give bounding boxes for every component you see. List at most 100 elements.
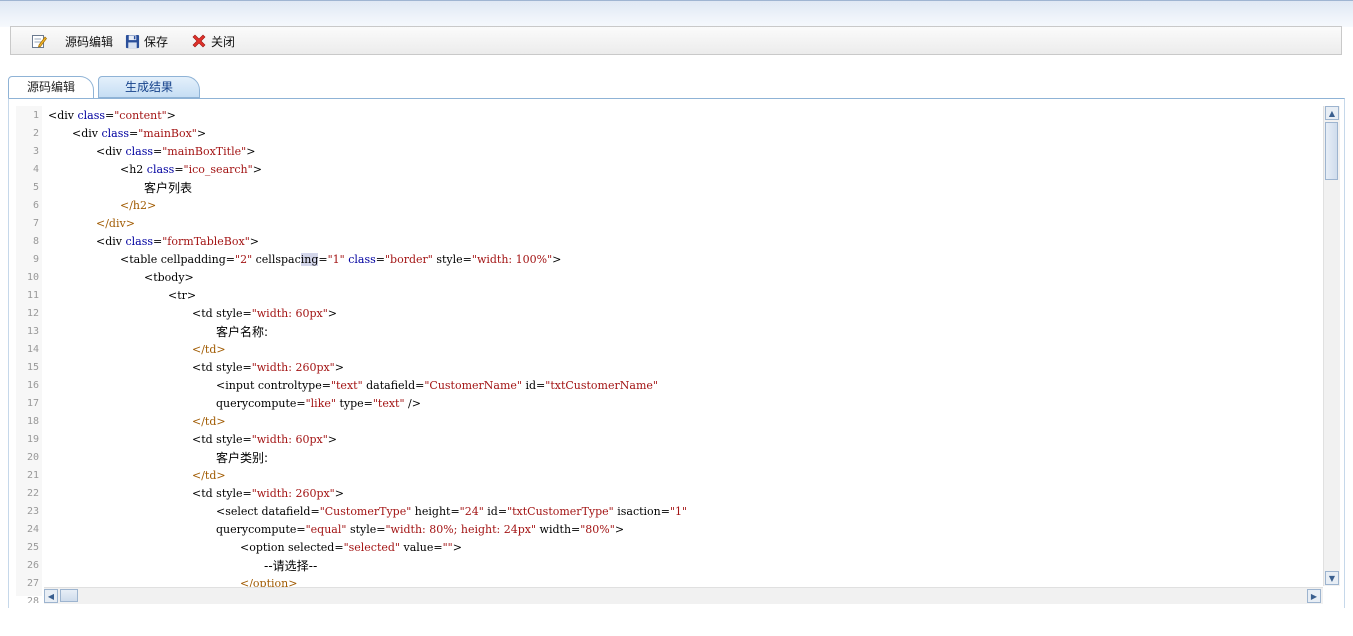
code-token: --请选择-- (264, 559, 318, 573)
code-token: value= (400, 541, 443, 554)
line-number: 2 (32, 128, 39, 139)
code-text: <tr> (168, 287, 196, 305)
code-token: <td style= (192, 487, 252, 500)
code-text: 客户类别: (216, 449, 268, 468)
scroll-up-icon[interactable]: ▲ (1325, 106, 1339, 120)
line-number: 28 (26, 596, 39, 603)
scroll-down-icon[interactable]: ▼ (1325, 571, 1339, 585)
line-number: 1 (32, 110, 39, 121)
code-text: 客户名称: (216, 323, 268, 342)
code-text: 客户列表 (144, 179, 192, 198)
code-token: "width: 260px" (251, 361, 335, 374)
code-token: class (77, 109, 106, 122)
code-text: <div class="formTableBox"> (96, 233, 259, 251)
code-token: 客户列表 (144, 181, 193, 195)
code-token: class (101, 127, 130, 140)
code-token: "" (442, 541, 453, 554)
horizontal-scrollbar[interactable]: ◀ ▶ (44, 587, 1323, 604)
code-token: "mainBoxTitle" (162, 145, 247, 158)
code-token: = (129, 127, 139, 140)
code-token: /> (404, 397, 421, 410)
line-number: 13 (26, 326, 39, 337)
code-token: = (105, 109, 115, 122)
code-token: "content" (114, 109, 167, 122)
code-token: "width: 80%; height: 24px" (385, 523, 537, 536)
line-number: 16 (26, 380, 39, 391)
code-token: <td style= (192, 307, 252, 320)
code-token: height= (411, 505, 460, 518)
code-token: "selected" (343, 541, 400, 554)
line-number: 22 (26, 488, 39, 499)
tab-source-edit[interactable]: 源码编辑 (8, 76, 94, 98)
edit-icon (31, 33, 47, 49)
code-token: id= (521, 379, 546, 392)
code-token: "1" (669, 505, 688, 518)
window-title-bar (0, 0, 1353, 27)
code-token: "mainBox" (138, 127, 197, 140)
scroll-left-icon[interactable]: ◀ (44, 589, 58, 603)
code-token: datafield= (362, 379, 425, 392)
code-text: <td style="width: 260px"> (192, 485, 344, 503)
code-text: querycompute="equal" style="width: 80%; … (216, 521, 624, 539)
code-token: </td> (192, 469, 226, 482)
code-token: "24" (459, 505, 484, 518)
code-token: "formTableBox" (162, 235, 250, 248)
code-token: = (153, 235, 163, 248)
edit-button[interactable] (31, 31, 47, 51)
code-text: <td style="width: 260px"> (192, 359, 344, 377)
line-number: 17 (26, 398, 39, 409)
tab-generated-result[interactable]: 生成结果 (98, 76, 200, 98)
code-token: isaction= (613, 505, 670, 518)
code-token: "width: 260px" (251, 487, 335, 500)
code-text: </td> (192, 467, 226, 485)
code-text: <td style="width: 60px"> (192, 305, 337, 323)
code-token: </div> (96, 217, 135, 230)
code-token: > (452, 541, 462, 554)
code-token: <table cellpadding= (120, 253, 236, 266)
line-number: 7 (32, 218, 39, 229)
code-token: <tbody> (144, 271, 194, 284)
close-label: 关闭 (211, 34, 236, 49)
code-token: "border" (385, 253, 433, 266)
code-token: = (375, 253, 385, 266)
source-edit-button[interactable]: 源码编辑 (65, 31, 113, 51)
code-token: "1" (327, 253, 345, 266)
code-token: </h2> (120, 199, 157, 212)
code-token: "like" (305, 397, 336, 410)
code-token: "width: 100%" (471, 253, 553, 266)
vertical-scrollbar[interactable]: ▲ ▼ (1323, 106, 1340, 586)
scroll-right-icon[interactable]: ▶ (1307, 589, 1321, 603)
close-button[interactable]: 关闭 (191, 31, 235, 51)
line-number: 21 (26, 470, 39, 481)
code-token: "txtCustomerType" (507, 505, 614, 518)
line-number: 25 (26, 542, 39, 553)
code-token: </td> (192, 415, 226, 428)
line-number: 12 (26, 308, 39, 319)
line-number: 3 (32, 146, 39, 157)
code-token: style= (432, 253, 472, 266)
code-text: </h2> (120, 197, 156, 215)
code-token: <div (96, 235, 126, 248)
horizontal-scroll-thumb[interactable] (60, 589, 78, 602)
save-button[interactable]: 保存 (125, 31, 168, 51)
code-editor[interactable]: 1 <div class="content"> 2 <div class="mainB… (16, 106, 1340, 603)
line-number: 4 (32, 164, 39, 175)
line-number: 8 (32, 236, 39, 247)
vertical-scroll-thumb[interactable] (1325, 122, 1338, 180)
line-number: 15 (26, 362, 39, 373)
code-token: "text" (372, 397, 405, 410)
code-text: </td> (192, 341, 226, 359)
code-text: <table cellpadding="2" cellspacing="1" c… (120, 251, 561, 269)
toolbar: 源码编辑 保存 关闭 (10, 26, 1342, 55)
code-token: > (246, 145, 256, 158)
code-token: > (196, 127, 207, 140)
code-token: ing (300, 253, 319, 266)
line-number: 6 (32, 200, 39, 211)
code-token: style= (346, 523, 386, 536)
code-token: <td style= (192, 361, 252, 374)
code-token: "text" (330, 379, 363, 392)
code-text: querycompute="like" type="text" /> (216, 395, 421, 413)
code-token: > (327, 433, 337, 446)
code-token: class (125, 235, 154, 248)
code-token: "width: 60px" (251, 433, 328, 446)
